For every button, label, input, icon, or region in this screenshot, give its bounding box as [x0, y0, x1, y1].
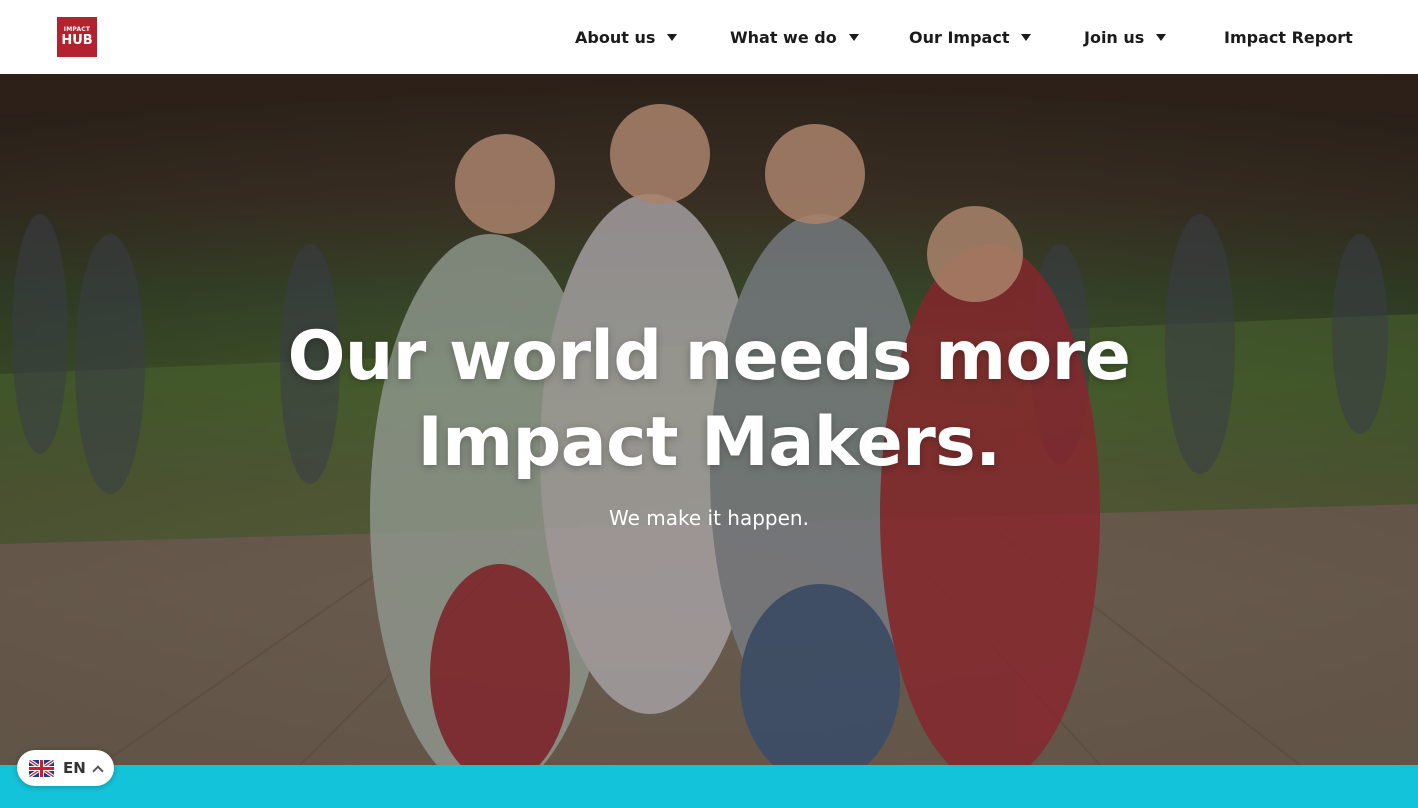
- nav-label: Impact Report: [1224, 27, 1353, 47]
- chevron-up-icon: [92, 764, 104, 777]
- site-header: IMPACT HUB About us What we do Our Impac…: [0, 0, 1418, 74]
- hero-headline-line1: Our world needs more: [287, 317, 1131, 396]
- nav-item-about-us[interactable]: About us: [575, 24, 678, 50]
- caret-down-icon: [848, 33, 859, 41]
- language-switcher[interactable]: EN: [17, 750, 114, 786]
- cyan-section-band: [0, 765, 1418, 808]
- hero-headline: Our world needs more Impact Makers.: [0, 314, 1418, 486]
- nav-item-what-we-do[interactable]: What we do: [730, 24, 859, 50]
- hero-subline: We make it happen.: [609, 506, 809, 530]
- nav-label: About us: [575, 27, 656, 47]
- hero-video-banner: Our world needs more Impact Makers. We m…: [0, 74, 1418, 765]
- main-nav: About us What we do Our Impact Join us I…: [0, 0, 1418, 74]
- caret-down-icon: [667, 33, 678, 41]
- nav-label: Join us: [1084, 27, 1145, 47]
- caret-down-icon: [1156, 33, 1167, 41]
- nav-label: Our Impact: [909, 27, 1010, 47]
- uk-flag-icon: [29, 759, 54, 777]
- caret-down-icon: [1021, 33, 1032, 41]
- nav-item-join-us[interactable]: Join us: [1084, 24, 1167, 50]
- hero-headline-line2: Impact Makers.: [417, 403, 1001, 482]
- language-label: EN: [63, 759, 86, 777]
- nav-item-impact-report[interactable]: Impact Report: [1224, 24, 1353, 50]
- nav-item-our-impact[interactable]: Our Impact: [909, 24, 1032, 50]
- nav-label: What we do: [730, 27, 837, 47]
